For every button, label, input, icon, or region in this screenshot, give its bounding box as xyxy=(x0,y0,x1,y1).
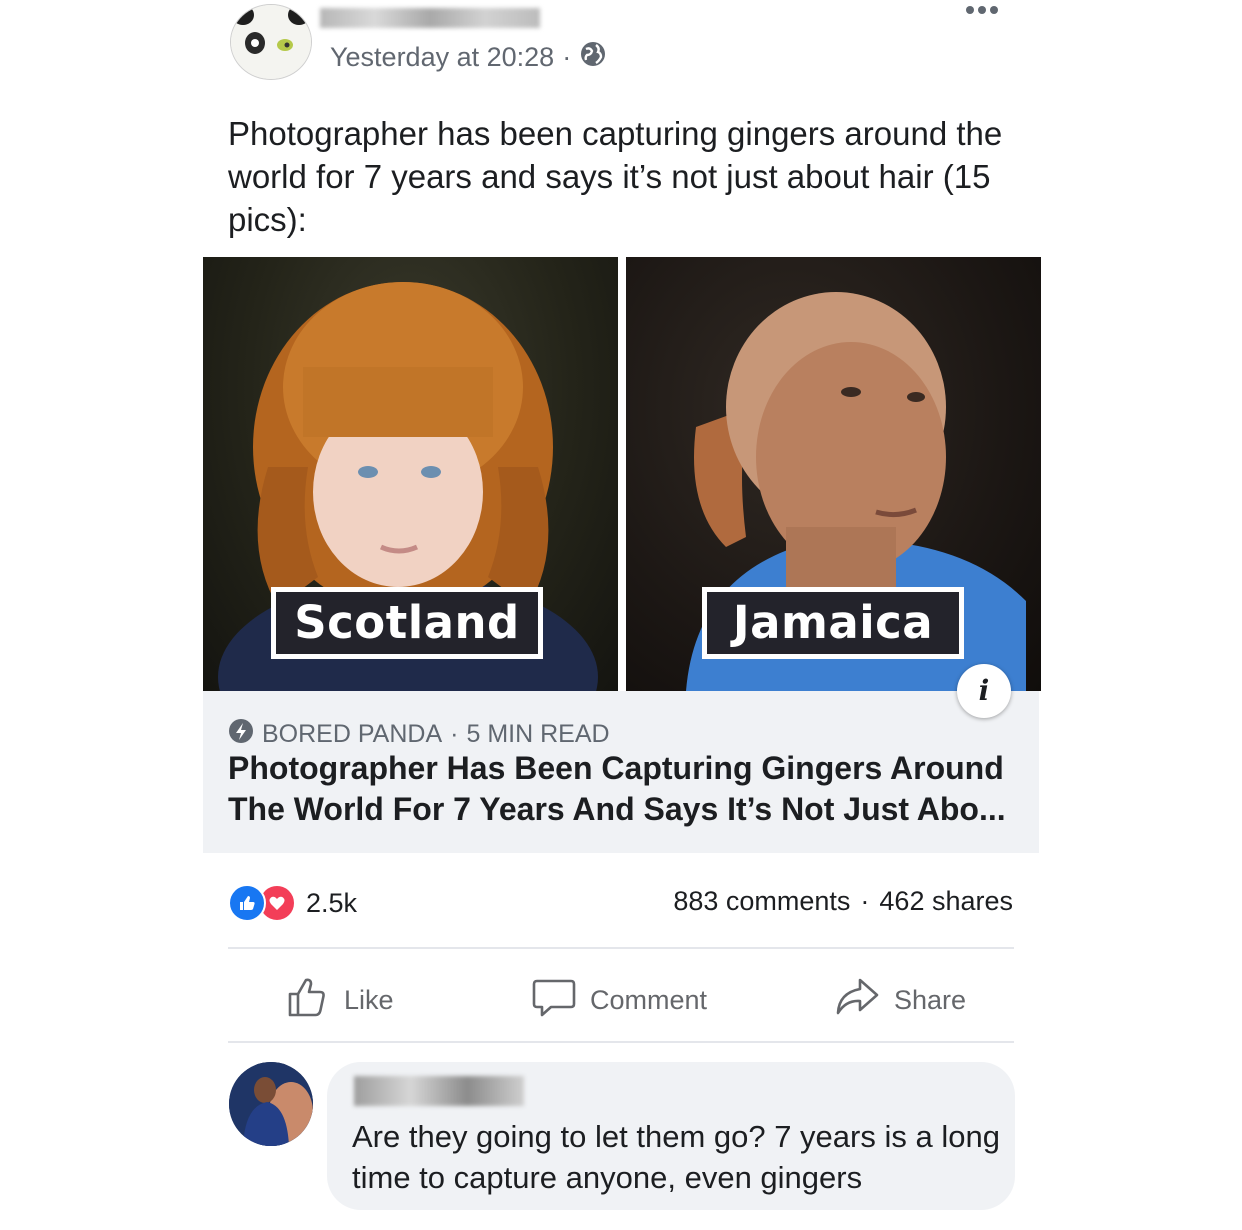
divider-top xyxy=(228,947,1014,949)
divider-bottom xyxy=(228,1041,1014,1043)
reaction-icons xyxy=(228,884,296,922)
source-separator: · xyxy=(450,720,459,748)
reaction-count: 2.5k xyxy=(306,887,358,918)
author-avatar[interactable] xyxy=(230,4,312,80)
post-timestamp[interactable]: Yesterday at 20:28 xyxy=(330,42,554,73)
like-button[interactable]: Like xyxy=(286,975,394,1026)
more-dots-icon[interactable] xyxy=(962,0,1002,20)
globe-icon xyxy=(579,40,607,75)
share-count-link[interactable]: 462 shares xyxy=(879,886,1013,917)
link-source-line: BORED PANDA · 5 MIN READ xyxy=(228,718,610,751)
link-preview-image-right[interactable]: Jamaica xyxy=(626,257,1041,691)
comment-button[interactable]: Comment xyxy=(532,975,707,1026)
link-read-time: 5 MIN READ xyxy=(466,720,610,748)
counts-separator: · xyxy=(860,886,870,916)
post-meta: Yesterday at 20:28 · xyxy=(330,40,607,75)
author-name-redacted[interactable] xyxy=(320,8,540,28)
share-button[interactable]: Share xyxy=(834,975,966,1026)
link-preview-image-left[interactable]: Scotland xyxy=(203,257,618,691)
meta-separator: · xyxy=(562,42,572,72)
image-divider xyxy=(618,257,626,691)
country-label-left: Scotland xyxy=(271,587,543,659)
link-source-name: BORED PANDA xyxy=(262,720,443,748)
reactions-summary[interactable]: 2.5k xyxy=(228,884,357,922)
comment-text: Are they going to let them go? 7 years i… xyxy=(352,1119,1000,1195)
info-icon[interactable]: i xyxy=(957,664,1011,718)
thumbs-up-icon xyxy=(286,975,330,1026)
like-reaction-icon xyxy=(228,884,266,922)
commenter-photo xyxy=(229,1062,313,1146)
commenter-avatar[interactable] xyxy=(229,1062,313,1146)
share-arrow-icon xyxy=(834,975,880,1026)
comment-count-link[interactable]: 883 comments xyxy=(673,886,850,917)
comment-label: Comment xyxy=(590,985,708,1015)
bored-panda-logo-icon xyxy=(228,718,254,751)
engagement-counts: 883 comments · 462 shares xyxy=(673,886,1013,917)
link-headline[interactable]: Photographer Has Been Capturing Gingers … xyxy=(228,748,1028,830)
post-text: Photographer has been capturing gingers … xyxy=(228,115,1003,238)
share-label: Share xyxy=(894,985,967,1015)
speech-bubble-icon xyxy=(532,975,576,1026)
country-label-right: Jamaica xyxy=(702,587,964,659)
like-label: Like xyxy=(344,985,394,1015)
commenter-name-redacted[interactable] xyxy=(354,1076,524,1106)
panda-avatar-image xyxy=(231,5,311,79)
